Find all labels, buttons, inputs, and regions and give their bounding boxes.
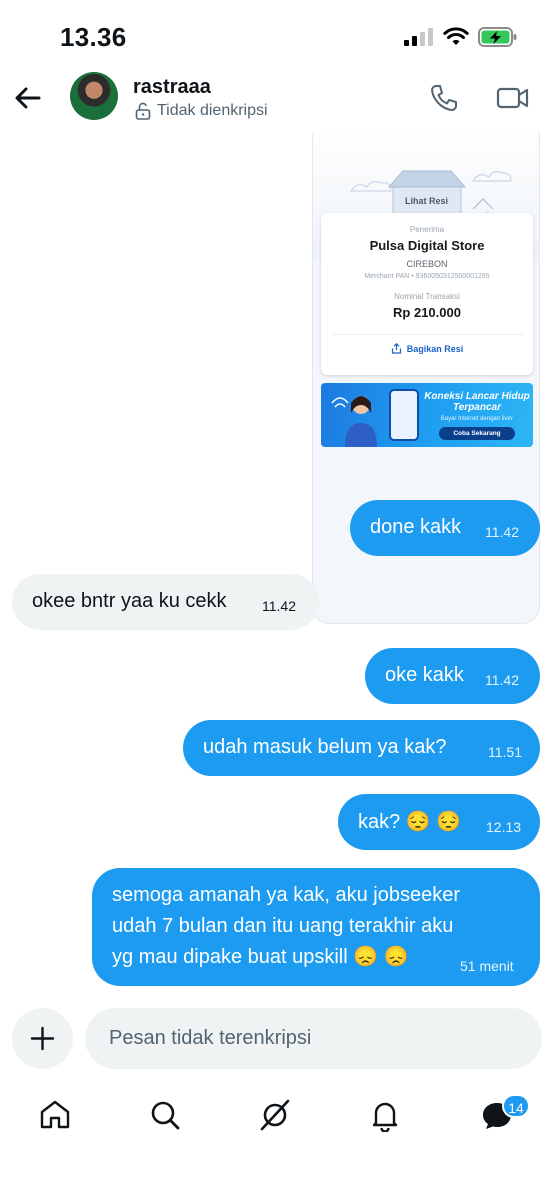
receipt-recipient-label: Penerima <box>409 225 445 234</box>
receipt-card: Penerima Pulsa Digital Store CIREBON Mer… <box>321 213 533 375</box>
wifi-icon <box>443 27 469 45</box>
promo-title: Koneksi Lancar Hidup Terpancar <box>424 391 530 413</box>
receipt-store-name: Pulsa Digital Store <box>369 238 485 253</box>
message-text: semoga amanah ya kak, aku jobseeker udah… <box>112 884 460 968</box>
message-time: 11.42 <box>485 672 519 688</box>
receipt-divider <box>331 334 523 335</box>
plus-icon <box>30 1026 55 1051</box>
message-list[interactable]: Lihat Resi Penerima Pulsa Digital Store … <box>0 132 554 1002</box>
avatar[interactable] <box>70 72 118 120</box>
nav-home[interactable] <box>38 1098 78 1138</box>
promo-phone-illustration <box>389 389 419 441</box>
nav-grok[interactable] <box>258 1098 298 1138</box>
message-text: kak? 😔 😔 <box>358 811 462 833</box>
message-input[interactable] <box>85 1008 542 1069</box>
back-arrow-icon[interactable] <box>12 82 44 114</box>
message-time: 11.42 <box>262 598 296 614</box>
bottom-navigation: 14 <box>0 1080 554 1199</box>
promo-cta: Coba Sekarang <box>439 427 515 440</box>
message-time: 51 menit <box>460 958 514 974</box>
message-bubble[interactable]: oke kakk 11.42 <box>365 648 540 704</box>
add-attachment-button[interactable] <box>12 1008 73 1069</box>
share-receipt-label: Bagikan Resi <box>406 343 464 354</box>
receipt-merchant-pan: Merchant PAN • 9360050312500001265 <box>364 273 490 280</box>
message-composer <box>0 1002 554 1080</box>
message-bubble[interactable]: udah masuk belum ya kak? 11.51 <box>183 720 540 776</box>
nav-search[interactable] <box>148 1098 188 1138</box>
nav-notifications[interactable] <box>368 1098 408 1138</box>
message-bubble[interactable]: done kakk 11.42 <box>350 500 540 556</box>
home-icon <box>40 1100 70 1129</box>
grok-icon <box>260 1099 290 1131</box>
status-bar: 13.36 <box>0 0 554 62</box>
encryption-status: Tidak dienkripsi <box>135 102 268 120</box>
message-text: oke kakk <box>385 664 464 686</box>
receipt-city: CIREBON <box>406 259 448 269</box>
message-bubble[interactable]: kak? 😔 😔 12.13 <box>338 794 540 850</box>
chat-header: rastraaa Tidak dienkripsi <box>0 62 554 132</box>
message-time: 11.51 <box>488 744 522 760</box>
messages-badge: 14 <box>502 1094 530 1118</box>
message-time: 11.42 <box>485 524 519 540</box>
cellular-signal-icon <box>404 28 433 46</box>
share-icon <box>391 343 401 354</box>
message-bubble[interactable]: semoga amanah ya kak, aku jobseeker udah… <box>92 868 540 986</box>
encryption-status-text: Tidak dienkripsi <box>157 102 268 119</box>
promo-subtitle: Bayar Internet dengan livin' <box>440 416 514 422</box>
promo-banner: Koneksi Lancar Hidup Terpancar Bayar Int… <box>321 383 533 447</box>
receipt-amount: Rp 210.000 <box>393 305 461 320</box>
contact-name[interactable]: rastraaa <box>133 76 211 99</box>
message-time: 12.13 <box>486 819 522 835</box>
promo-person-illustration <box>331 396 377 447</box>
message-text: done kakk <box>370 516 462 538</box>
message-text: okee bntr yaa ku cekk <box>32 590 227 612</box>
lihat-resi-label: Lihat Resi <box>405 196 449 206</box>
share-receipt-button: Bagikan Resi <box>321 343 533 354</box>
notifications-bell-icon <box>372 1102 398 1133</box>
video-icon[interactable] <box>496 84 530 112</box>
status-time: 13.36 <box>60 22 127 52</box>
phone-icon[interactable] <box>428 82 460 114</box>
receipt-nominal-label: Nominal Transaksi <box>394 292 460 301</box>
message-bubble[interactable]: okee bntr yaa ku cekk 11.42 <box>12 574 319 630</box>
search-icon <box>151 1101 180 1130</box>
message-text: udah masuk belum ya kak? <box>203 736 447 758</box>
battery-charging-icon <box>478 27 517 47</box>
lock-open-icon <box>135 102 151 120</box>
